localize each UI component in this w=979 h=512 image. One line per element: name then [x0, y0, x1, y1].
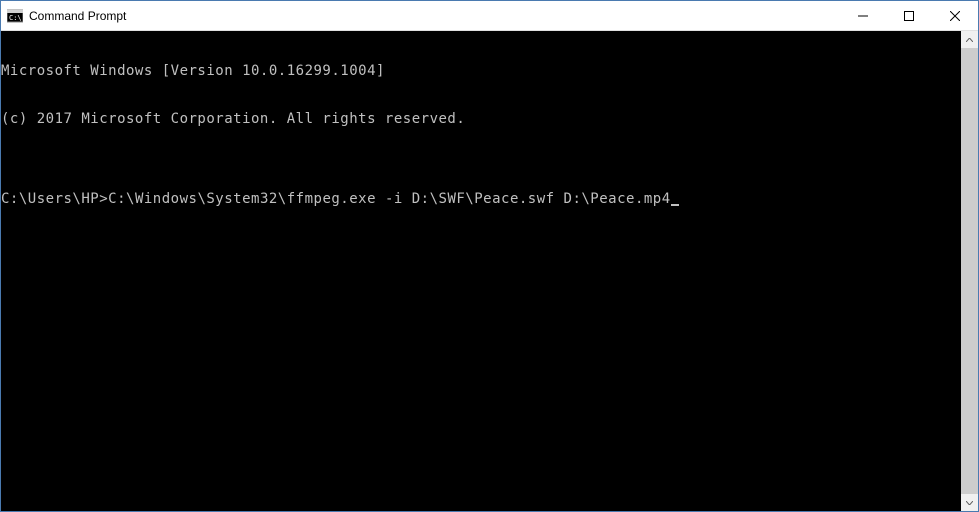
minimize-icon	[858, 11, 868, 21]
maximize-icon	[904, 11, 914, 21]
scroll-up-button[interactable]	[961, 31, 978, 48]
svg-text:C:\: C:\	[9, 14, 22, 22]
scroll-thumb[interactable]	[961, 48, 978, 494]
window-controls	[840, 1, 978, 30]
terminal-line: (c) 2017 Microsoft Corporation. All righ…	[1, 111, 961, 127]
minimize-button[interactable]	[840, 1, 886, 30]
terminal-prompt-line: C:\Users\HP>C:\Windows\System32\ffmpeg.e…	[1, 191, 961, 207]
terminal[interactable]: Microsoft Windows [Version 10.0.16299.10…	[1, 31, 961, 511]
chevron-down-icon	[966, 501, 973, 505]
maximize-button[interactable]	[886, 1, 932, 30]
titlebar[interactable]: C:\ Command Prompt	[1, 1, 978, 31]
close-icon	[950, 11, 960, 21]
prompt: C:\Users\HP>	[1, 191, 108, 207]
cmd-icon: C:\	[7, 8, 23, 24]
window-title: Command Prompt	[29, 9, 840, 23]
cursor	[671, 204, 679, 206]
window-frame: C:\ Command Prompt	[0, 0, 979, 512]
scroll-down-button[interactable]	[961, 494, 978, 511]
terminal-line: Microsoft Windows [Version 10.0.16299.10…	[1, 63, 961, 79]
vertical-scrollbar[interactable]	[961, 31, 978, 511]
command-input: C:\Windows\System32\ffmpeg.exe -i D:\SWF…	[108, 191, 671, 207]
close-button[interactable]	[932, 1, 978, 30]
scroll-track[interactable]	[961, 48, 978, 494]
chevron-up-icon	[966, 38, 973, 42]
content-area: Microsoft Windows [Version 10.0.16299.10…	[1, 31, 978, 511]
